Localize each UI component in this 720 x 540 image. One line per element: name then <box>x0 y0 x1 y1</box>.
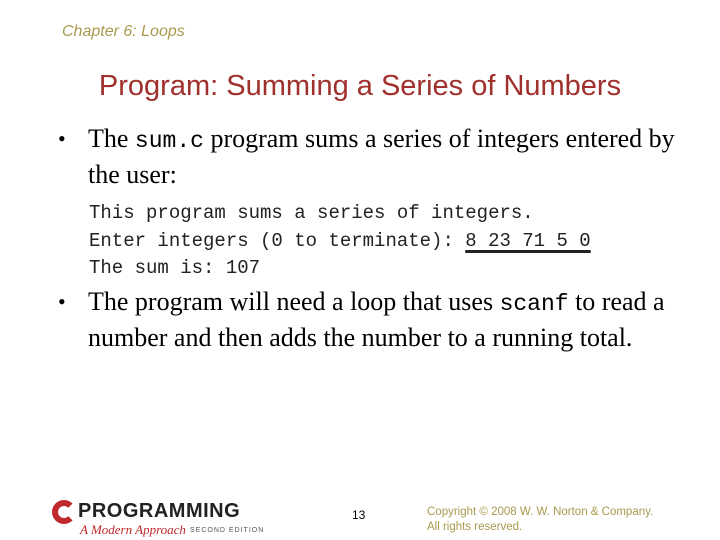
console-line: This program sums a series of integers. <box>89 202 534 224</box>
console-line: The sum is: 107 <box>89 257 261 279</box>
logo-subtitle: A Modern Approach <box>80 522 186 537</box>
bullet-item: • The program will need a loop that uses… <box>58 285 678 355</box>
chapter-header: Chapter 6: Loops <box>62 23 185 40</box>
copyright: Copyright © 2008 W. W. Norton & Company.… <box>427 505 653 535</box>
bullet-item: • The sum.c program sums a series of int… <box>58 122 678 192</box>
console-user-input: 8 23 71 5 0 <box>465 229 591 252</box>
bullet-text-pre: The <box>88 124 135 153</box>
c-logo-icon <box>52 500 76 524</box>
page-number: 13 <box>352 508 366 522</box>
console-line: Enter integers (0 to terminate): 8 23 71… <box>89 228 591 256</box>
bullet-text-pre: The program will need a loop that uses <box>88 287 500 316</box>
bullet-icon: • <box>58 126 66 151</box>
book-logo: PROGRAMMING A Modern Approach SECOND EDI… <box>52 500 272 540</box>
bullet-icon: • <box>58 289 66 314</box>
slide-title: Program: Summing a Series of Numbers <box>98 70 622 102</box>
code-function: scanf <box>499 291 569 317</box>
copyright-line: All rights reserved. <box>427 521 523 533</box>
logo-edition: SECOND EDITION <box>190 527 265 534</box>
copyright-line: Copyright © 2008 W. W. Norton & Company. <box>427 506 654 518</box>
console-output: This program sums a series of integers. E… <box>89 200 591 283</box>
code-filename: sum.c <box>134 128 204 154</box>
logo-word: PROGRAMMING <box>78 500 241 522</box>
console-prompt: Enter integers (0 to terminate): <box>89 229 466 252</box>
